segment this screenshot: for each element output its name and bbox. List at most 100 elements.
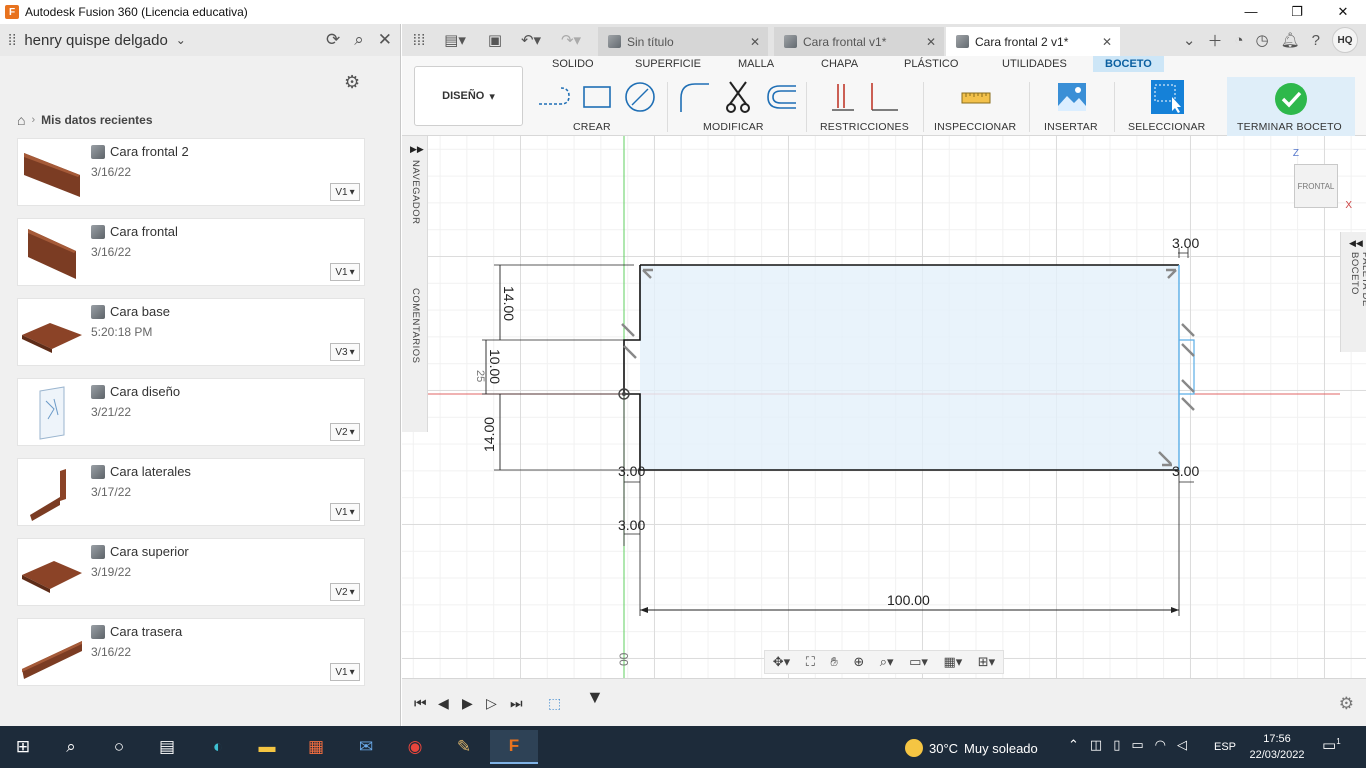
tab-cara-frontal[interactable]: Cara frontal v1* ✕ [774, 27, 944, 56]
undo-icon[interactable]: ↶▾ [516, 31, 546, 49]
group-modificar[interactable]: MODIFICAR [703, 121, 764, 133]
zoom-icon[interactable]: ⊕ [853, 654, 864, 670]
group-crear[interactable]: CREAR [573, 121, 611, 133]
close-tab-icon[interactable]: ✕ [750, 35, 760, 49]
avatar[interactable]: HQ [1332, 27, 1358, 53]
gear-icon[interactable]: ⚙ [1339, 694, 1354, 714]
viewcube[interactable]: FRONTAL [1294, 164, 1338, 208]
group-terminar-boceto[interactable]: TERMINAR BOCETO [1237, 121, 1342, 133]
refresh-icon[interactable]: ⟳ [326, 30, 340, 50]
version-dropdown[interactable]: V1 ▾ [330, 263, 360, 281]
fusion360-taskbar-icon[interactable]: F [490, 730, 538, 764]
circle-tool-button[interactable] [623, 80, 657, 114]
list-item[interactable]: Cara frontal 2 3/16/22 V1 ▾ [17, 138, 365, 206]
go-to-end-icon[interactable]: ⏭︎ [510, 695, 523, 712]
navigator-label[interactable]: NAVEGADOR [410, 160, 421, 225]
insert-image-button[interactable] [1055, 80, 1089, 114]
orbit-icon[interactable]: ✥▾ [773, 654, 790, 670]
breadcrumb-current[interactable]: Mis datos recientes [41, 113, 152, 127]
viewports-icon[interactable]: ⊞▾ [978, 654, 995, 670]
store-icon[interactable]: ▦ [303, 735, 329, 759]
tab-chapa[interactable]: CHAPA [821, 58, 858, 70]
tab-utilidades[interactable]: UTILIDADES [1002, 58, 1067, 70]
version-dropdown[interactable]: V1 ▾ [330, 503, 360, 521]
perpendicular-constraint-button[interactable] [866, 80, 900, 114]
task-view-icon[interactable]: ▤ [154, 735, 180, 759]
sketch-palette-label[interactable]: PALETA DE BOCETO [1349, 252, 1366, 352]
navigator-sidebar[interactable]: ▶▶ NAVEGADOR COMENTARIOS [402, 136, 428, 432]
pan-icon[interactable]: ✋︎ [830, 654, 837, 670]
group-seleccionar[interactable]: SELECCIONAR [1128, 121, 1205, 133]
line-tool-button[interactable] [537, 80, 571, 114]
version-dropdown[interactable]: V2 ▾ [330, 583, 360, 601]
gear-icon[interactable]: ⚙ [344, 72, 360, 93]
redo-icon[interactable]: ↷▾ [556, 31, 586, 49]
list-item[interactable]: Cara base 5:20:18 PM V3 ▾ [17, 298, 365, 366]
usb-icon[interactable]: ▯ [1113, 737, 1120, 753]
file-menu-icon[interactable]: ▤▾ [440, 31, 470, 49]
wifi-icon[interactable]: ◠ [1155, 737, 1166, 753]
app-grid-icon[interactable]: ⁞⁞⁞ [404, 32, 434, 49]
language-indicator[interactable]: ESP [1214, 741, 1236, 753]
file-explorer-icon[interactable]: ▬ [254, 735, 280, 759]
list-item[interactable]: Cara frontal 3/16/22 V1 ▾ [17, 218, 365, 286]
volume-icon[interactable]: ◁ [1177, 737, 1187, 753]
version-dropdown[interactable]: V2 ▾ [330, 423, 360, 441]
group-inspeccionar[interactable]: INSPECCIONAR [934, 121, 1016, 133]
help-icon[interactable]: ? [1312, 32, 1320, 49]
list-item[interactable]: Cara laterales 3/17/22 V1 ▾ [17, 458, 365, 526]
version-dropdown[interactable]: V3 ▾ [330, 343, 360, 361]
notifications-icon[interactable]: 🔔︎ [1281, 31, 1300, 49]
chrome-icon[interactable]: ◉ [402, 735, 428, 759]
close-icon[interactable]: ✕ [378, 30, 392, 50]
search-icon[interactable]: ⌕ [58, 735, 84, 759]
step-forward-icon[interactable]: ▷ [486, 695, 497, 712]
grid-settings-icon[interactable]: ▦▾ [943, 654, 962, 670]
show-hidden-icons-icon[interactable]: ⌃ [1068, 737, 1079, 753]
meet-now-icon[interactable]: ◫ [1090, 737, 1102, 753]
group-restricciones[interactable]: RESTRICCIONES [820, 121, 909, 133]
notification-center-icon[interactable]: ▭1 [1322, 736, 1341, 754]
sketch-geometry[interactable]: 3.00 14.00 10.00 25 14.00 3.00 3.00 3.00… [402, 136, 1366, 678]
expand-palette-icon[interactable]: ◀◀ [1349, 238, 1363, 249]
tab-solido[interactable]: SOLIDO [552, 58, 594, 70]
user-name[interactable]: henry quispe delgado [24, 32, 167, 49]
job-status-icon[interactable]: ◷ [1256, 31, 1269, 49]
cortana-icon[interactable]: ○ [106, 735, 132, 759]
list-item[interactable]: Cara trasera 3/16/22 V1 ▾ [17, 618, 365, 686]
coincident-constraint-button[interactable] [826, 80, 860, 114]
sketch-palette-tab[interactable]: ◀◀ PALETA DE BOCETO [1340, 232, 1366, 352]
select-tool-button[interactable] [1150, 80, 1184, 114]
tab-cara-frontal-2[interactable]: Cara frontal 2 v1* ✕ [946, 27, 1120, 56]
sketch-canvas[interactable]: 3.00 14.00 10.00 25 14.00 3.00 3.00 3.00… [402, 136, 1366, 678]
comments-label[interactable]: COMENTARIOS [410, 288, 421, 364]
mail-icon[interactable]: ✉ [353, 735, 379, 759]
tab-boceto[interactable]: BOCETO [1093, 56, 1164, 72]
group-insertar[interactable]: INSERTAR [1044, 121, 1098, 133]
home-icon[interactable]: ⌂ [17, 112, 25, 128]
sketch-timeline-feature-icon[interactable]: ⬚ [548, 695, 561, 712]
close-tab-icon[interactable]: ✕ [1102, 35, 1112, 49]
display-settings-icon[interactable]: ▭▾ [909, 654, 928, 670]
new-tab-icon[interactable]: ＋ [1207, 30, 1222, 51]
go-to-start-icon[interactable]: ⏮︎ [414, 695, 427, 712]
tab-superficie[interactable]: SUPERFICIE [635, 58, 701, 70]
windows-start-icon[interactable]: ⊞ [10, 735, 36, 759]
trim-tool-button[interactable] [722, 80, 756, 114]
tab-plastico[interactable]: PLÁSTICO [904, 58, 958, 70]
weather-widget[interactable]: 30°C Muy soleado [905, 739, 1038, 757]
save-icon[interactable]: ▣ [480, 31, 510, 49]
measure-tool-button[interactable] [959, 80, 993, 114]
play-icon[interactable]: ▶ [462, 695, 473, 712]
tab-overflow-icon[interactable]: ⌄ [1183, 31, 1196, 49]
look-at-icon[interactable]: ⛶ [806, 654, 815, 670]
expand-navigator-icon[interactable]: ▶▶ [410, 144, 424, 155]
minimize-button[interactable]: — [1228, 0, 1274, 24]
tab-malla[interactable]: MALLA [738, 58, 774, 70]
list-item[interactable]: Cara diseño 3/21/22 V2 ▾ [17, 378, 365, 446]
fit-icon[interactable]: ⌕▾ [880, 654, 894, 670]
version-dropdown[interactable]: V1 ▾ [330, 663, 360, 681]
offset-tool-button[interactable] [764, 80, 798, 114]
maximize-button[interactable]: ❐ [1274, 0, 1320, 24]
extensions-icon[interactable]: ◔ [1234, 32, 1243, 49]
